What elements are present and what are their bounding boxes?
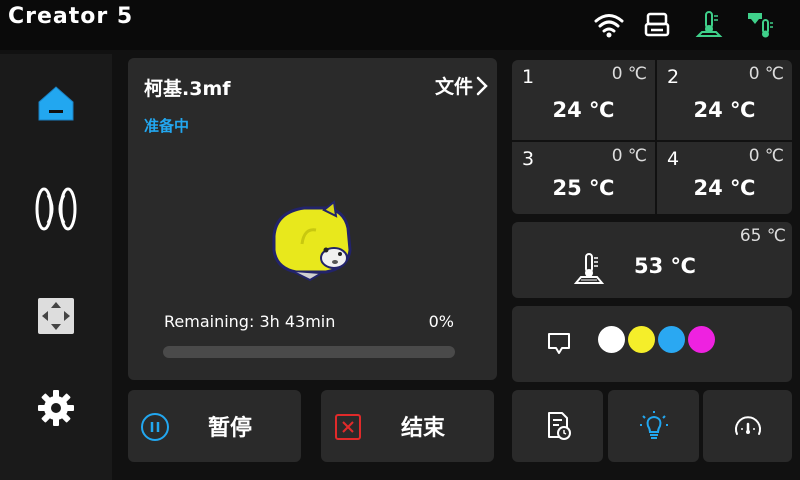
sidebar-item-home[interactable] (26, 74, 86, 134)
material-slot-icon (548, 333, 570, 354)
sidebar-item-filament[interactable] (26, 179, 86, 239)
bed-target-temp: 65 ℃ (739, 226, 786, 246)
progress-percent: 0% (428, 312, 454, 331)
bed-temperature-card[interactable]: 65 ℃ 53 ℃ (512, 222, 792, 298)
chevron-right-icon (476, 76, 488, 95)
remaining-time: Remaining: 3h 43min (164, 312, 336, 331)
extruder-number: 4 (667, 148, 680, 170)
move-axis-icon (38, 298, 74, 334)
extruder-current-temp: 24 ℃ (693, 176, 756, 200)
progress-bar (163, 346, 455, 358)
wifi-icon[interactable] (592, 8, 626, 42)
pause-label: 暂停 (208, 416, 253, 441)
bed-current-temp: 53 ℃ (634, 254, 696, 278)
job-status: 准备中 (144, 117, 190, 135)
sidebar (0, 54, 112, 480)
extruder-2-cell[interactable]: 2 0 ℃ 24 ℃ (657, 60, 792, 140)
extruder-1-cell[interactable]: 1 0 ℃ 24 ℃ (512, 60, 655, 140)
print-job-card: 柯基.3mf 文件 准备中 Remaining: 3h 43min 0% (128, 58, 497, 380)
sidebar-item-settings[interactable] (26, 378, 86, 438)
extruder-number: 2 (667, 66, 680, 88)
filament-spool-icon (35, 187, 77, 231)
speedometer-icon (734, 416, 761, 435)
extruder-target-temp: 0 ℃ (748, 64, 784, 84)
job-filename: 柯基.3mf (144, 78, 231, 100)
extruder-current-temp: 25 ℃ (552, 176, 615, 200)
heated-bed-icon (573, 253, 605, 284)
pause-button[interactable]: 暂停 (128, 390, 301, 462)
app-title: Creator 5 (8, 4, 134, 29)
settings-icon (38, 390, 74, 426)
material-color-slot-3[interactable] (658, 326, 685, 353)
light-bulb-icon (639, 411, 668, 439)
extruder-current-temp: 24 ℃ (693, 98, 756, 122)
sidebar-item-move[interactable] (26, 286, 86, 346)
model-preview-image (272, 200, 352, 282)
printer-icon[interactable] (640, 8, 674, 42)
bed-heating-icon[interactable] (692, 8, 726, 42)
extruder-current-temp: 24 ℃ (552, 98, 615, 122)
extruder-3-cell[interactable]: 3 0 ℃ 25 ℃ (512, 142, 655, 214)
pause-icon (141, 413, 169, 441)
stop-button[interactable]: 结束 (321, 390, 494, 462)
material-color-slot-2[interactable] (628, 326, 655, 353)
files-button[interactable]: 文件 (435, 72, 489, 99)
material-colors-card[interactable] (512, 306, 792, 382)
extruder-target-temp: 0 ℃ (611, 64, 647, 84)
top-bar: Creator 5 (0, 0, 800, 50)
stop-icon (335, 414, 361, 440)
extruder-target-temp: 0 ℃ (611, 146, 647, 166)
extruder-number: 1 (522, 66, 535, 88)
extruder-target-temp: 0 ℃ (748, 146, 784, 166)
light-button[interactable] (608, 390, 699, 462)
material-color-slot-4[interactable] (688, 326, 715, 353)
file-clock-icon (547, 412, 571, 440)
files-label: 文件 (434, 76, 473, 98)
extruder-number: 3 (522, 148, 535, 170)
nozzle-heating-icon[interactable] (744, 8, 778, 42)
speed-button[interactable] (703, 390, 792, 462)
home-icon (38, 86, 74, 121)
extruder-4-cell[interactable]: 4 0 ℃ 24 ℃ (657, 142, 792, 214)
material-color-slot-1[interactable] (598, 326, 625, 353)
file-history-button[interactable] (512, 390, 603, 462)
stop-label: 结束 (401, 416, 446, 441)
